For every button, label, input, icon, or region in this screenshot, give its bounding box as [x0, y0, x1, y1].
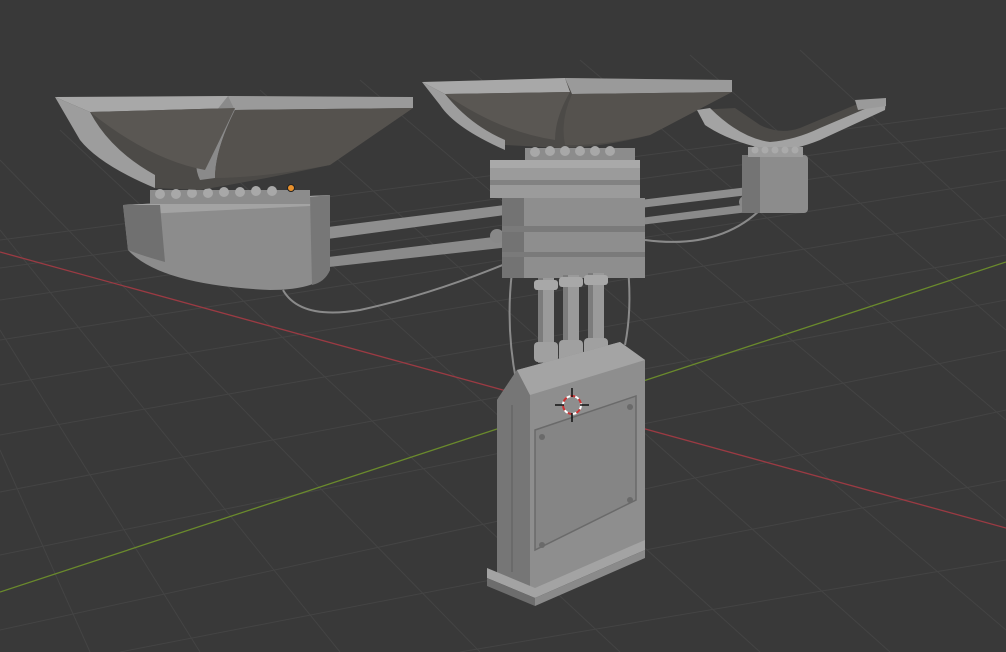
central-junction-box — [490, 160, 645, 278]
base-cabinet — [487, 342, 645, 606]
object-origin-dot-icon — [287, 184, 295, 192]
right-lamp-housing — [742, 146, 808, 213]
center-lamp-connectors — [525, 146, 635, 162]
3d-viewport[interactable] — [0, 0, 1006, 652]
